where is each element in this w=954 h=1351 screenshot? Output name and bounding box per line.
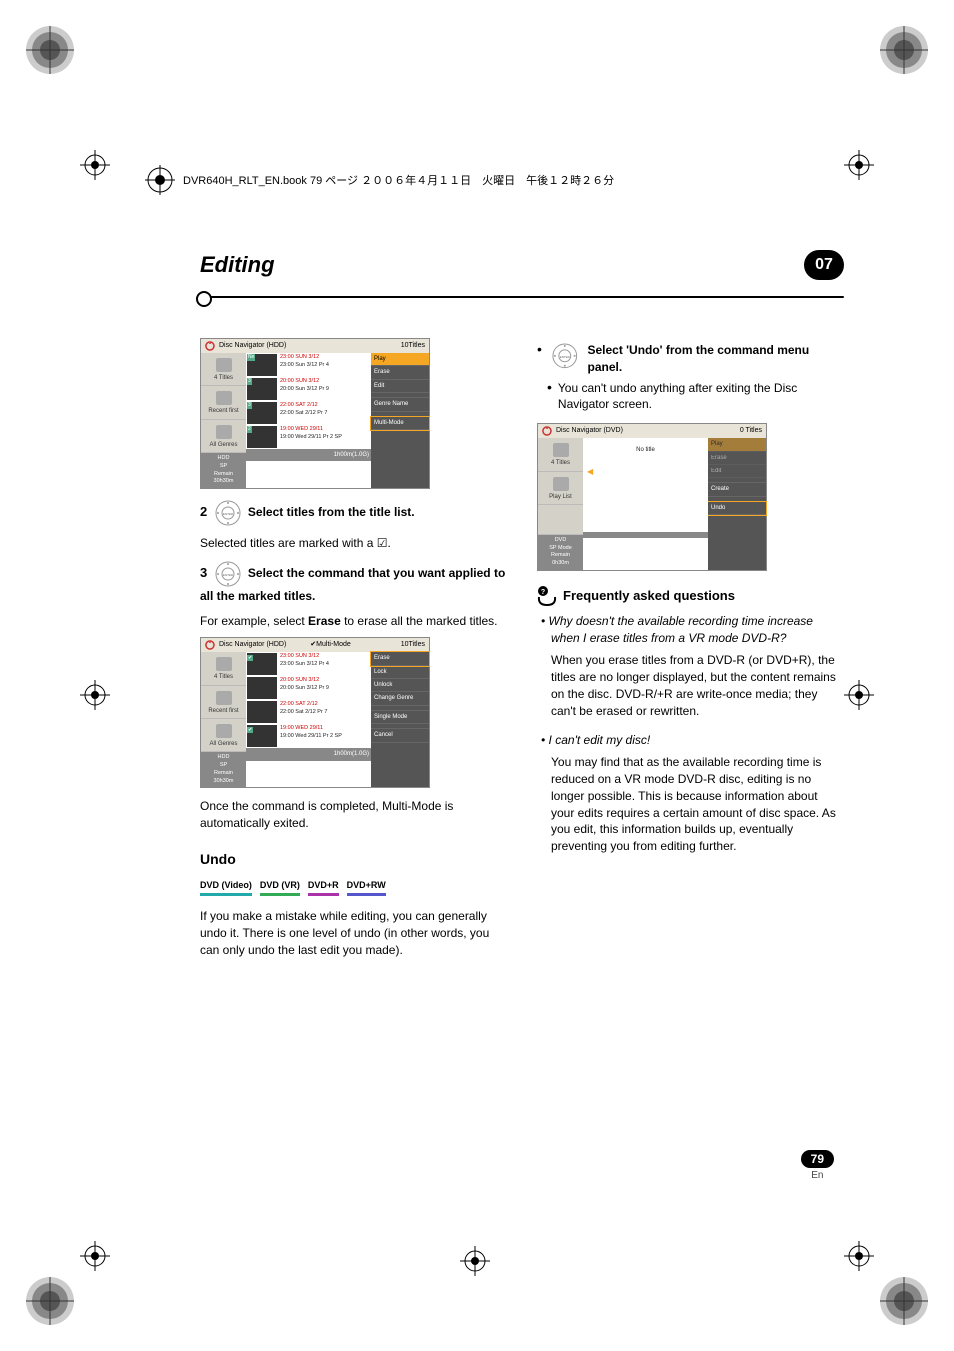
- genres-icon: [216, 425, 232, 439]
- chapter-number: 07: [804, 250, 844, 280]
- menu-genre: Genre Name: [371, 398, 429, 411]
- reg-mark-icon: [460, 1246, 490, 1276]
- svg-text:ENTER: ENTER: [222, 573, 233, 577]
- menu-erase: Erase: [371, 652, 429, 665]
- corner-ornament-tr: [874, 20, 934, 80]
- nav1-side-b: Recent first: [208, 408, 238, 414]
- step-2: 2 ENTER Select titles from the title lis…: [200, 499, 507, 527]
- nav1-count: 10Titles: [401, 341, 425, 351]
- bookline-icon: [145, 165, 175, 195]
- menu-multimode: Multi-Mode: [371, 417, 429, 430]
- faq-q2: • I can't edit my disc!: [551, 732, 844, 749]
- reg-mark-icon: [844, 680, 874, 710]
- mode-dvd-vr: DVD (VR): [260, 879, 300, 896]
- bookline-text: DVR640H_RLT_EN.book 79 ページ ２００６年４月１１日 火曜…: [183, 172, 614, 188]
- undo-para: If you make a mistake while editing, you…: [200, 908, 507, 958]
- bullet-icon: •: [537, 342, 542, 356]
- svg-text:ENTER: ENTER: [560, 355, 570, 359]
- mode-badges: DVD (Video) DVD (VR) DVD+R DVD+RW: [200, 879, 507, 896]
- reg-mark-icon: [80, 1241, 110, 1271]
- menu-unlock: Unlock: [371, 679, 429, 692]
- bookline: DVR640H_RLT_EN.book 79 ページ ２００６年４月１１日 火曜…: [145, 165, 614, 195]
- nav2-header: Disc Navigator (HDD): [219, 640, 286, 650]
- titles-icon: [216, 657, 232, 671]
- genres-icon: [216, 724, 232, 738]
- nav1-header: Disc Navigator (HDD): [219, 341, 286, 351]
- nav1-side-a: 4 Titles: [214, 375, 233, 381]
- titles-icon: [553, 443, 569, 457]
- faq-heading: ? Frequently asked questions: [537, 585, 844, 607]
- arrow-left-icon: ◀: [587, 466, 593, 477]
- step-3: 3 ENTER Select the command that you want…: [200, 560, 507, 605]
- corner-ornament-br: [874, 1271, 934, 1331]
- corner-ornament-tl: [20, 20, 80, 80]
- undo-step-sub: You can't undo anything after exiting th…: [558, 380, 844, 414]
- svg-text:ENTER: ENTER: [222, 512, 233, 516]
- menu-edit: Edit: [708, 465, 766, 478]
- titles-icon: [216, 358, 232, 372]
- recent-icon: [216, 391, 232, 405]
- nav2-count: 10Titles: [401, 640, 425, 650]
- mode-dvd-plus-rw: DVD+RW: [347, 879, 386, 896]
- undo-step: • ENTER Select 'Undo' from the command m…: [537, 342, 844, 376]
- checkbox-off-icon: [247, 677, 253, 683]
- chapter-divider: [200, 296, 844, 298]
- step2-sub: Selected titles are marked with a ☑.: [200, 535, 507, 552]
- menu-play: Play: [371, 353, 429, 366]
- step3-sub: For example, select Erase to erase all t…: [200, 613, 507, 630]
- enter-button-icon: ENTER: [211, 560, 245, 588]
- brand-icon: [205, 640, 215, 650]
- brand-icon: [542, 426, 552, 436]
- menu-single-mode: Single Mode: [371, 711, 429, 724]
- reg-mark-icon: [80, 150, 110, 180]
- disc-navigator-screenshot-2: Disc Navigator (HDD) ✔Multi-Mode 10Title…: [200, 637, 430, 788]
- faq-q1: • Why doesn't the available recording ti…: [551, 613, 844, 647]
- checkbox-on-icon: ✔: [247, 655, 253, 661]
- menu-play: Play: [708, 438, 766, 451]
- faq-a1: When you erase titles from a DVD-R (or D…: [551, 652, 844, 719]
- after-nav2: Once the command is completed, Multi-Mod…: [200, 798, 507, 832]
- nav1-side-c: All Genres: [209, 442, 237, 448]
- disc-navigator-screenshot-3: Disc Navigator (DVD) 0 Titles 4 Titles P…: [537, 423, 767, 571]
- playlist-icon: [553, 477, 569, 491]
- bullet-icon: •: [547, 380, 552, 394]
- reg-mark-icon: [80, 680, 110, 710]
- menu-lock: Lock: [371, 666, 429, 679]
- brand-icon: [205, 341, 215, 351]
- right-column: • ENTER Select 'Undo' from the command m…: [537, 338, 844, 966]
- enter-button-icon: ENTER: [548, 342, 582, 370]
- svg-text:?: ?: [541, 589, 545, 596]
- menu-erase: Erase: [708, 452, 766, 465]
- chapter-title: Editing: [200, 252, 275, 278]
- corner-ornament-bl: [20, 1271, 80, 1331]
- menu-undo: Undo: [708, 502, 766, 515]
- undo-heading: Undo: [200, 850, 507, 870]
- mode-dvd-video: DVD (Video): [200, 879, 252, 896]
- chapter-header: Editing 07: [200, 250, 844, 280]
- menu-change-genre: Change Genre: [371, 692, 429, 705]
- reg-mark-icon: [844, 150, 874, 180]
- reg-mark-icon: [844, 1241, 874, 1271]
- recent-icon: [216, 691, 232, 705]
- undo-step-text: Select 'Undo' from the command menu pane…: [587, 342, 844, 376]
- checkbox-on-icon: ✔: [247, 727, 253, 733]
- checkbox-off-icon: [247, 701, 253, 707]
- step3-text: Select the command that you want applied…: [200, 566, 505, 603]
- faq-icon: ?: [537, 585, 557, 607]
- menu-cancel: Cancel: [371, 729, 429, 742]
- mode-dvd-plus-r: DVD+R: [308, 879, 339, 896]
- menu-edit: Edit: [371, 380, 429, 393]
- enter-button-icon: ENTER: [211, 499, 245, 527]
- menu-erase: Erase: [371, 366, 429, 379]
- step2-text: Select titles from the title list.: [248, 505, 415, 519]
- disc-navigator-screenshot-1: Disc Navigator (HDD) 10Titles 4 Titles R…: [200, 338, 430, 489]
- menu-create: Create: [708, 483, 766, 496]
- faq-a2: You may find that as the available recor…: [551, 754, 844, 855]
- left-column: Disc Navigator (HDD) 10Titles 4 Titles R…: [200, 338, 507, 966]
- page-number: 79 En: [801, 1150, 834, 1181]
